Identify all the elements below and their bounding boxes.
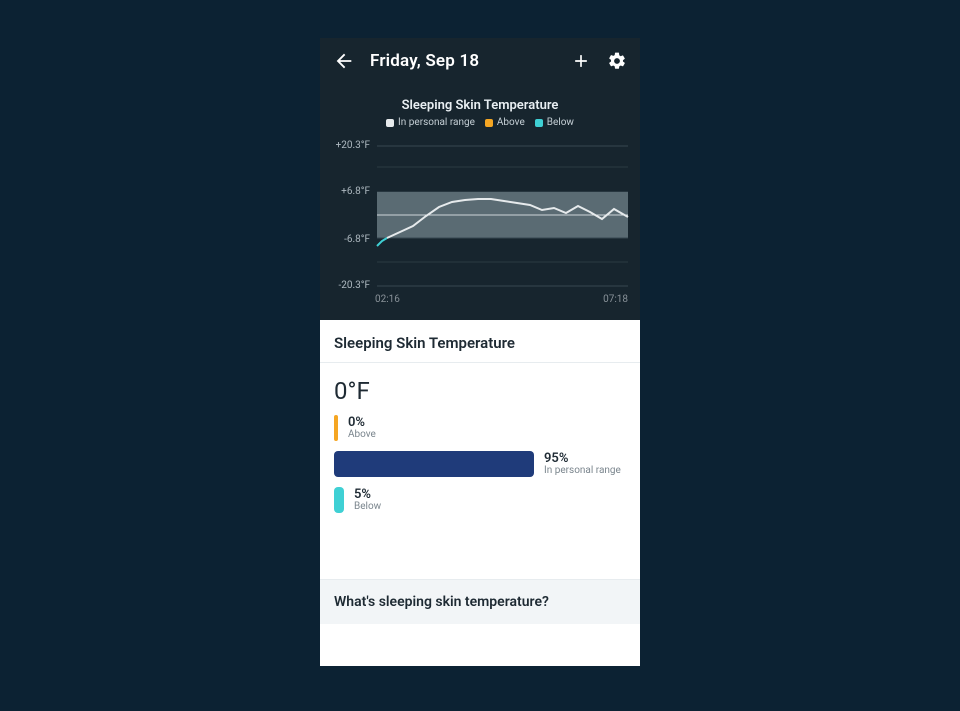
legend-in-range: In personal range [386,117,475,128]
bar-above [334,415,338,441]
bar-row-inrange: 95% In personal range [334,451,626,477]
bar-text-above: 0% Above [348,416,376,440]
dark-top-section: Friday, Sep 18 Sleeping Skin Temperature… [320,38,640,320]
chart-line-below-segment [377,238,387,246]
legend-label-below: Below [547,117,574,128]
top-actions [570,50,628,72]
arrow-left-icon [333,50,355,72]
plus-icon [571,51,591,71]
info-section[interactable]: What's sleeping skin temperature? [320,579,640,624]
app-screen: Friday, Sep 18 Sleeping Skin Temperature… [320,38,640,666]
summary-value: 0°F [320,363,640,405]
bar-label-above: Above [348,430,376,441]
bar-text-inrange: 95% In personal range [544,452,621,476]
bar-label-inrange: In personal range [544,466,621,477]
back-button[interactable] [332,49,356,73]
bar-text-below: 5% Below [354,488,381,512]
chart-svg [320,138,640,310]
settings-button[interactable] [606,50,628,72]
chart-area: Sleeping Skin Temperature In personal ra… [320,84,640,320]
legend-swatch-in-range [386,119,394,127]
chart-legend: In personal range Above Below [320,117,640,128]
legend-below: Below [535,117,574,128]
legend-swatch-below [535,119,543,127]
chart-title: Sleeping Skin Temperature [320,98,640,113]
gear-icon [607,51,627,71]
info-heading: What's sleeping skin temperature? [334,594,549,610]
legend-above: Above [485,117,525,128]
summary-section: Sleeping Skin Temperature 0°F 0% Above 9… [320,320,640,579]
bar-label-below: Below [354,502,381,513]
bar-row-above: 0% Above [334,415,626,441]
bar-below [334,487,344,513]
bar-pct-below: 5% [354,488,381,502]
legend-label-above: Above [497,117,525,128]
bar-pct-above: 0% [348,416,376,430]
bar-inrange [334,451,534,477]
legend-swatch-above [485,119,493,127]
top-bar: Friday, Sep 18 [320,38,640,84]
summary-bars: 0% Above 95% In personal range 5% Below [320,405,640,513]
chart-canvas: +20.3°F +6.8°F -6.8°F -20.3°F 02:16 07:1… [320,138,640,310]
page-title: Friday, Sep 18 [370,51,570,71]
white-spacer [320,523,640,579]
bar-row-below: 5% Below [334,487,626,513]
summary-title: Sleeping Skin Temperature [320,320,640,363]
add-button[interactable] [570,50,592,72]
legend-label-in-range: In personal range [398,117,475,128]
bar-pct-inrange: 95% [544,452,621,466]
